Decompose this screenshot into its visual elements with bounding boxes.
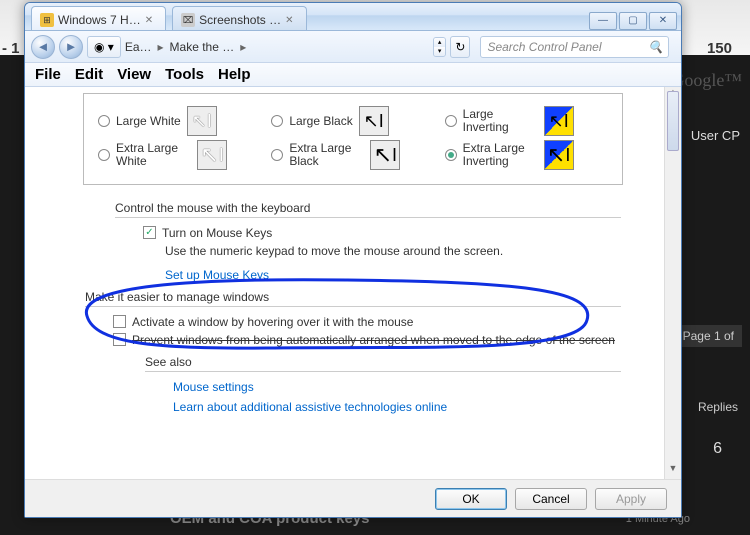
bg-left-num: - 1 <box>2 40 20 57</box>
ok-button[interactable]: OK <box>435 488 507 510</box>
link-setup-mouse-keys[interactable]: Set up Mouse Keys <box>165 268 621 282</box>
tab-windows7[interactable]: ⊞ Windows 7 H… ✕ <box>31 6 166 30</box>
search-placeholder: Search Control Panel <box>487 40 601 54</box>
scroll-thumb[interactable] <box>667 91 679 151</box>
maximize-button[interactable]: ▢ <box>619 12 647 30</box>
navbar: ◄ ► ◉ ▾ Ea… Make the … ▴▾ ↻ Search Contr… <box>25 31 681 63</box>
menubar: File Edit View Tools Help <box>25 63 681 87</box>
cursor-size-group: Large White ↖I Large Black ↖I Large Inve… <box>83 93 623 185</box>
bg-right-num: 150 <box>707 40 732 57</box>
scroll-down-icon[interactable]: ▼ <box>665 463 681 479</box>
bg-replies: Replies <box>698 400 738 414</box>
menu-edit[interactable]: Edit <box>75 66 103 83</box>
checkbox-label: Turn on Mouse Keys <box>162 226 272 240</box>
content-pane: ▲ ▼ Large White ↖I Large Black ↖I La <box>25 87 681 479</box>
legend-manage-windows: Make it easier to manage windows <box>85 290 621 307</box>
checkbox-label: Prevent windows from being automatically… <box>132 333 615 347</box>
checkbox-icon[interactable] <box>113 333 126 346</box>
menu-help[interactable]: Help <box>218 66 251 83</box>
titlebar[interactable]: ⊞ Windows 7 H… ✕ ⌧ Screenshots … ✕ — ▢ ✕ <box>25 3 681 31</box>
checkbox-prevent-snap[interactable]: Prevent windows from being automatically… <box>113 333 621 347</box>
menu-view[interactable]: View <box>117 66 151 83</box>
crumb-page[interactable]: Make the … <box>170 40 235 54</box>
tab-label: Screenshots … <box>199 13 281 27</box>
minimize-button[interactable]: — <box>589 12 617 30</box>
history-updown[interactable]: ▴▾ <box>433 37 447 57</box>
refresh-button[interactable]: ↻ <box>450 36 470 58</box>
checkbox-activate-hover[interactable]: Activate a window by hovering over it wi… <box>113 315 621 329</box>
legend-see-also: See also <box>145 355 621 372</box>
apply-button[interactable]: Apply <box>595 488 667 510</box>
radio-xl-white[interactable]: Extra Large White ↖I <box>98 140 261 170</box>
close-tab-icon[interactable]: ✕ <box>145 15 153 26</box>
radio-icon[interactable] <box>98 115 110 127</box>
radio-icon[interactable] <box>445 149 457 161</box>
favicon-icon: ⌧ <box>181 13 195 27</box>
radio-icon[interactable] <box>271 149 283 161</box>
radio-icon[interactable] <box>445 115 457 127</box>
bg-page-of: Page 1 of <box>675 325 742 347</box>
favicon-icon: ⊞ <box>40 13 54 27</box>
scrollbar[interactable]: ▲ ▼ <box>664 87 681 479</box>
search-icon[interactable]: 🔍 <box>648 40 662 54</box>
radio-large-black[interactable]: Large Black ↖I <box>271 106 434 136</box>
search-input[interactable]: Search Control Panel 🔍 <box>480 36 669 58</box>
bg-six: 6 <box>713 440 722 458</box>
menu-file[interactable]: File <box>35 66 61 83</box>
radio-xl-inverting[interactable]: Extra Large Inverting ↖I <box>445 140 608 170</box>
recent-pages-button[interactable]: ◉ ▾ <box>87 36 121 58</box>
radio-xl-black[interactable]: Extra Large Black ↖I <box>271 140 434 170</box>
tab-screenshots[interactable]: ⌧ Screenshots … ✕ <box>172 6 306 30</box>
radio-large-inverting[interactable]: Large Inverting ↖I <box>445 106 608 136</box>
forward-button[interactable]: ► <box>59 35 83 59</box>
breadcrumb[interactable]: Ea… Make the … <box>125 40 250 54</box>
checkbox-icon[interactable] <box>143 226 156 239</box>
bg-user-cp[interactable]: User CP <box>691 128 740 143</box>
tab-label: Windows 7 H… <box>58 13 141 27</box>
menu-tools[interactable]: Tools <box>165 66 204 83</box>
close-tab-icon[interactable]: ✕ <box>285 15 293 26</box>
cancel-button[interactable]: Cancel <box>515 488 587 510</box>
close-window-button[interactable]: ✕ <box>649 12 677 30</box>
radio-icon[interactable] <box>98 149 110 161</box>
crumb-root[interactable]: Ea… <box>125 40 152 54</box>
link-assistive-tech[interactable]: Learn about additional assistive technol… <box>173 400 621 414</box>
hint-mouse-keys: Use the numeric keypad to move the mouse… <box>165 244 621 258</box>
checkbox-label: Activate a window by hovering over it wi… <box>132 315 413 329</box>
dialog-button-bar: OK Cancel Apply <box>25 479 681 517</box>
control-panel-window: ⊞ Windows 7 H… ✕ ⌧ Screenshots … ✕ — ▢ ✕… <box>24 2 682 518</box>
radio-large-white[interactable]: Large White ↖I <box>98 106 261 136</box>
checkbox-icon[interactable] <box>113 315 126 328</box>
checkbox-mouse-keys[interactable]: Turn on Mouse Keys <box>143 226 621 240</box>
legend-mouse-keyboard: Control the mouse with the keyboard <box>115 201 621 218</box>
back-button[interactable]: ◄ <box>31 35 55 59</box>
radio-icon[interactable] <box>271 115 283 127</box>
link-mouse-settings[interactable]: Mouse settings <box>173 380 621 394</box>
